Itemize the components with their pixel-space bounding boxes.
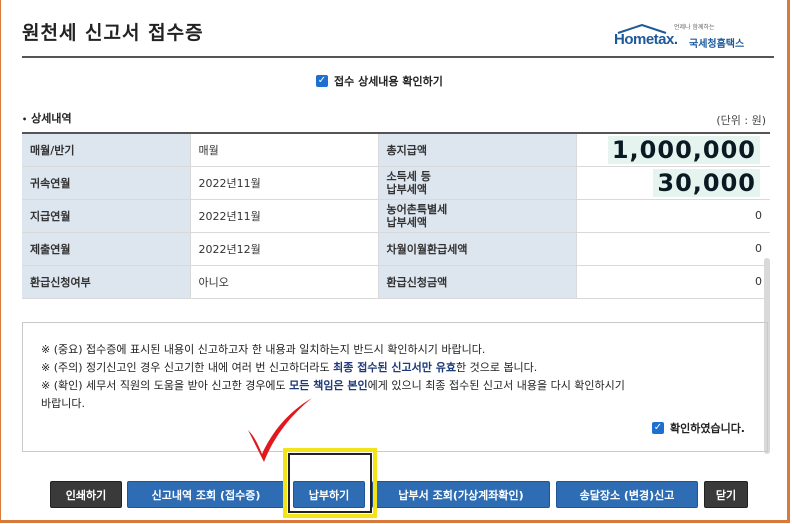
logo-tagline: 언제나 함께하는 xyxy=(674,24,715,31)
tax-amount: 30,000 xyxy=(576,166,770,200)
notice-line: ※ (확인) 세무서 직원의 도움을 받아 신고한 경우에도 모든 책임은 본인… xyxy=(41,379,625,392)
row-amount: 0 xyxy=(576,232,770,266)
detail-toggle-label: 접수 상세내용 확인하기 xyxy=(334,75,443,88)
logo-brand-sub: 국세청홈택스 xyxy=(689,39,745,50)
red-checkmark-icon xyxy=(248,398,312,462)
detail-table: 매월/반기 매월 총지급액 1,000,000 귀속연월 2022년11월 소득… xyxy=(22,132,770,299)
row-amount: 0 xyxy=(576,199,770,233)
row-amount: 0 xyxy=(576,265,770,299)
total-amount: 1,000,000 xyxy=(576,133,770,167)
close-button[interactable]: 닫기 xyxy=(704,481,748,508)
confirm-checkbox[interactable]: ✓ 확인하였습니다. xyxy=(651,420,745,436)
table-row: 귀속연월 2022년11월 소득세 등 납부세액 30,000 xyxy=(22,166,770,200)
notice-line: ※ (주의) 정기신고인 경우 신고기한 내에 여러 번 신고하더라도 최종 접… xyxy=(41,361,538,374)
header-divider xyxy=(22,56,774,58)
row-label: 제출연월 xyxy=(22,232,191,266)
row-value: 2022년12월 xyxy=(190,232,379,266)
row-label: 환급신청여부 xyxy=(22,265,191,299)
history-button[interactable]: 신고내역 조회 (접수증) xyxy=(127,481,285,508)
table-row: 지급연월 2022년11월 농어촌특별세 납부세액 0 xyxy=(22,199,770,233)
checkbox-checked-icon[interactable]: ✓ xyxy=(651,422,664,434)
page-title: 원천세 신고서 접수증 xyxy=(22,22,204,44)
bill-lookup-button[interactable]: 납부서 조회(가상계좌확인) xyxy=(372,481,550,508)
notice-box: ※ (중요) 접수증에 표시된 내용이 신고하고자 한 내용과 일치하는지 반드… xyxy=(22,322,768,452)
row-label: 총지급액 xyxy=(378,133,577,167)
bullet-icon: • xyxy=(22,114,28,124)
row-value: 아니오 xyxy=(190,265,379,299)
row-value: 2022년11월 xyxy=(190,166,379,200)
section-title: • 상세내역 xyxy=(22,112,72,125)
row-label: 지급연월 xyxy=(22,199,191,233)
table-row: 제출연월 2022년12월 차월이월환급세액 0 xyxy=(22,232,770,266)
row-label: 매월/반기 xyxy=(22,133,191,167)
confirm-label: 확인하였습니다. xyxy=(669,422,745,435)
hometax-logo: 언제나 함께하는 Hometax. 국세청홈택스 xyxy=(612,22,762,52)
unit-label: (단위 : 원) xyxy=(716,114,766,127)
table-row: 매월/반기 매월 총지급액 1,000,000 xyxy=(22,133,770,167)
notice-line: ※ (중요) 접수증에 표시된 내용이 신고하고자 한 내용과 일치하는지 반드… xyxy=(41,343,486,356)
print-button[interactable]: 인쇄하기 xyxy=(50,481,122,508)
row-label: 환급신청금액 xyxy=(378,265,577,299)
checkbox-checked-icon[interactable]: ✓ xyxy=(316,75,328,87)
row-label: 귀속연월 xyxy=(22,166,191,200)
row-value: 매월 xyxy=(190,133,379,167)
row-label: 농어촌특별세 납부세액 xyxy=(378,199,577,233)
logo-brand: Hometax. xyxy=(614,31,678,48)
table-row: 환급신청여부 아니오 환급신청금액 0 xyxy=(22,265,770,299)
row-label: 소득세 등 납부세액 xyxy=(378,166,577,200)
row-label: 차월이월환급세액 xyxy=(378,232,577,266)
notice-line: 바랍니다. xyxy=(41,397,85,410)
notice-text: ※ (중요) 접수증에 표시된 내용이 신고하고자 한 내용과 일치하는지 반드… xyxy=(41,341,761,413)
row-value: 2022년11월 xyxy=(190,199,379,233)
delivery-change-button[interactable]: 송달장소 (변경)신고 xyxy=(556,481,698,508)
detail-toggle[interactable]: ✓ 접수 상세내용 확인하기 xyxy=(316,73,443,89)
